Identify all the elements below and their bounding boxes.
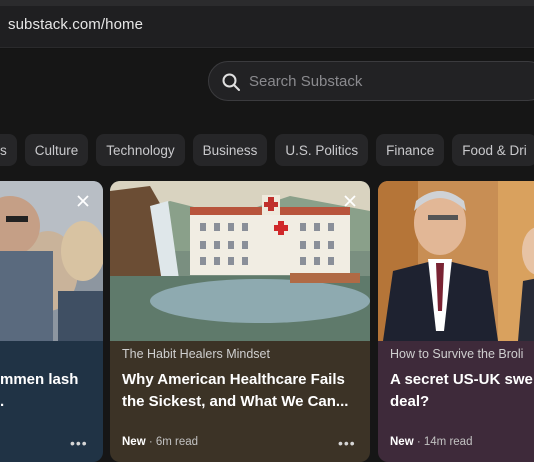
more-options-icon[interactable]: •••: [70, 435, 88, 451]
more-options-icon[interactable]: •••: [338, 435, 356, 451]
category-chips: ers Culture Technology Business U.S. Pol…: [0, 134, 534, 166]
category-chip-finance[interactable]: Finance: [376, 134, 445, 166]
search-box[interactable]: [208, 61, 534, 101]
post-meta: New · 6m read: [122, 436, 198, 448]
post-title-line: A secret US-UK swe: [390, 371, 533, 388]
category-chip[interactable]: ers: [0, 134, 17, 166]
search-icon: [222, 73, 240, 91]
post-image: [378, 181, 534, 341]
new-badge: New: [390, 436, 414, 448]
post-image: [110, 181, 370, 341]
dismiss-icon[interactable]: [75, 193, 91, 209]
post-title[interactable]: Why American Healthcare Fails the Sickes…: [122, 369, 348, 413]
dismiss-icon[interactable]: [342, 193, 358, 209]
publication-name: How to Survive the Broli: [390, 347, 524, 361]
post-meta: New · 14m read: [390, 436, 472, 448]
browser-tabstrip-edge: [0, 0, 534, 6]
post-title-line: the Sickest, and What We Can...: [122, 393, 349, 410]
post-card[interactable]: mmen lash . •••: [0, 181, 103, 462]
post-card[interactable]: The Habit Healers Mindset Why American H…: [110, 181, 370, 462]
category-chip-business[interactable]: Business: [192, 134, 268, 166]
category-chip-technology[interactable]: Technology: [96, 134, 185, 166]
post-title-line: Why American Healthcare Fails: [122, 371, 345, 388]
browser-address-bar: substack.com/home: [0, 0, 534, 48]
post-title-line: deal?: [390, 393, 430, 410]
search-input[interactable]: [249, 70, 529, 92]
post-title[interactable]: mmen lash .: [0, 369, 78, 413]
post-title[interactable]: A secret US-UK swe deal?: [390, 369, 533, 413]
publication-name: The Habit Healers Mindset: [122, 347, 270, 361]
read-time: · 6m read: [148, 436, 199, 448]
post-title-line: .: [0, 393, 5, 410]
category-chip-food-drink[interactable]: Food & Dri: [452, 134, 534, 166]
read-time: · 14m read: [416, 436, 473, 448]
category-chip-us-politics[interactable]: U.S. Politics: [275, 134, 369, 166]
category-chip-culture[interactable]: Culture: [24, 134, 89, 166]
post-title-line: mmen lash: [0, 371, 79, 388]
new-badge: New: [122, 436, 146, 448]
url-text[interactable]: substack.com/home: [8, 16, 143, 33]
post-card[interactable]: How to Survive the Broli A secret US-UK …: [378, 181, 534, 462]
